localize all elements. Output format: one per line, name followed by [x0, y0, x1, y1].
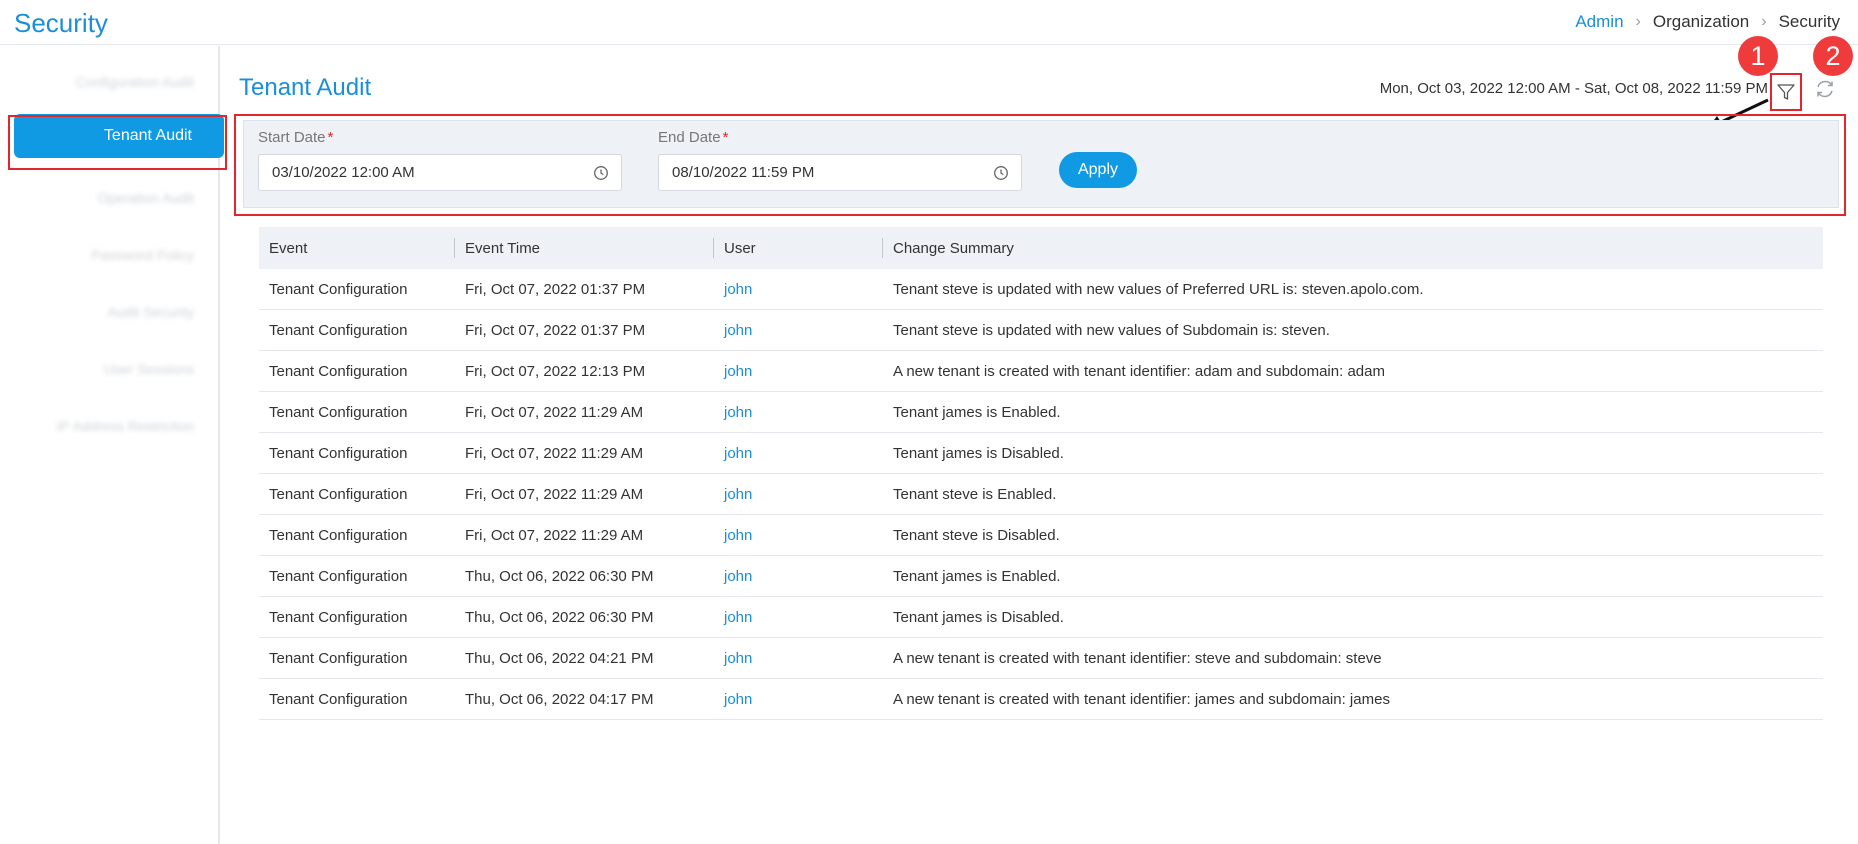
cell-user[interactable]: john: [714, 404, 883, 421]
cell-change-summary: Tenant steve is updated with new values …: [893, 280, 1424, 298]
cell-change-summary: Tenant james is Disabled.: [893, 608, 1064, 626]
start-date-value: 03/10/2022 12:00 AM: [272, 164, 415, 181]
breadcrumb-organization: Organization: [1652, 12, 1750, 31]
cell-event-time: Thu, Oct 06, 2022 06:30 PM: [465, 608, 654, 626]
cell-event: Tenant Configuration: [269, 649, 408, 667]
end-date-label: End Date *: [658, 129, 729, 146]
cell-event-time: Fri, Oct 07, 2022 12:13 PM: [465, 362, 646, 380]
refresh-button[interactable]: [1812, 76, 1838, 102]
table-row[interactable]: Tenant Configuration Fri, Oct 07, 2022 01…: [259, 269, 1823, 310]
cell-event: Tenant Configuration: [269, 690, 408, 708]
cell-user[interactable]: john: [714, 691, 883, 708]
cell-event: Tenant Configuration: [269, 403, 408, 421]
cell-change-summary: A new tenant is created with tenant iden…: [893, 362, 1385, 380]
clock-icon: [994, 166, 1008, 180]
top-bar: Security Admin › Organization › Security: [0, 0, 1858, 45]
chevron-right-icon: ›: [1761, 13, 1767, 30]
date-range-label: Mon, Oct 03, 2022 12:00 AM - Sat, Oct 08…: [1379, 80, 1768, 97]
table-row[interactable]: Tenant Configuration Fri, Oct 07, 2022 11…: [259, 392, 1823, 433]
start-date-label: Start Date *: [258, 129, 334, 146]
cell-event-time: Fri, Oct 07, 2022 11:29 AM: [465, 485, 644, 503]
page-title: Tenant Audit: [239, 74, 372, 101]
cell-change-summary: Tenant steve is Enabled.: [893, 485, 1057, 503]
column-header-event[interactable]: Event: [259, 227, 455, 269]
breadcrumb: Admin › Organization › Security: [1575, 12, 1840, 32]
cell-user[interactable]: john: [714, 322, 883, 339]
cell-user[interactable]: john: [714, 609, 883, 626]
table-row[interactable]: Tenant Configuration Thu, Oct 06, 2022 04…: [259, 638, 1823, 679]
cell-user[interactable]: john: [714, 650, 883, 667]
audit-table: Event Event Time User Change Summary Ten…: [259, 227, 1823, 720]
cell-event-time: Thu, Oct 06, 2022 06:30 PM: [465, 567, 654, 585]
cell-event: Tenant Configuration: [269, 444, 408, 462]
column-header-change-summary[interactable]: Change Summary: [883, 227, 1823, 269]
table-row[interactable]: Tenant Configuration Fri, Oct 07, 2022 11…: [259, 433, 1823, 474]
cell-event: Tenant Configuration: [269, 362, 408, 380]
cell-user[interactable]: john: [714, 281, 883, 298]
table-row[interactable]: Tenant Configuration Fri, Oct 07, 2022 11…: [259, 474, 1823, 515]
breadcrumb-security: Security: [1778, 12, 1840, 31]
cell-change-summary: A new tenant is created with tenant iden…: [893, 690, 1390, 708]
cell-event-time: Fri, Oct 07, 2022 11:29 AM: [465, 526, 644, 544]
sidebar-item-password-policy[interactable]: Password Policy: [91, 247, 194, 263]
table-row[interactable]: Tenant Configuration Fri, Oct 07, 2022 01…: [259, 310, 1823, 351]
table-row[interactable]: Tenant Configuration Thu, Oct 06, 2022 06…: [259, 556, 1823, 597]
cell-user[interactable]: john: [714, 445, 883, 462]
cell-user[interactable]: john: [714, 486, 883, 503]
cell-change-summary: Tenant steve is updated with new values …: [893, 321, 1330, 339]
sidebar: Configuration Audit Tenant Audit Operati…: [0, 46, 227, 844]
refresh-icon: [1817, 80, 1833, 98]
cell-event-time: Fri, Oct 07, 2022 11:29 AM: [465, 444, 644, 462]
sidebar-item-user-sessions[interactable]: User Sessions: [104, 361, 194, 377]
cell-change-summary: A new tenant is created with tenant iden…: [893, 649, 1382, 667]
table-body: Tenant Configuration Fri, Oct 07, 2022 01…: [259, 269, 1823, 720]
table-header: Event Event Time User Change Summary: [259, 227, 1823, 269]
cell-user[interactable]: john: [714, 527, 883, 544]
cell-event-time: Thu, Oct 06, 2022 04:17 PM: [465, 690, 654, 708]
sidebar-item-ip-restriction[interactable]: IP Address Restriction: [57, 418, 194, 434]
sidebar-item-configuration-audit[interactable]: Configuration Audit: [76, 74, 194, 90]
clock-icon: [594, 166, 608, 180]
end-date-value: 08/10/2022 11:59 PM: [672, 164, 815, 181]
annotation-badge-2: 2: [1813, 36, 1853, 76]
filter-icon: [1777, 84, 1795, 100]
highlight-box-tenant-audit: [8, 115, 227, 170]
cell-change-summary: Tenant james is Enabled.: [893, 567, 1061, 585]
cell-event: Tenant Configuration: [269, 608, 408, 626]
end-date-input[interactable]: 08/10/2022 11:59 PM: [658, 154, 1022, 191]
start-date-input[interactable]: 03/10/2022 12:00 AM: [258, 154, 622, 191]
cell-event-time: Thu, Oct 06, 2022 04:21 PM: [465, 649, 654, 667]
breadcrumb-admin[interactable]: Admin: [1575, 12, 1623, 32]
app-title: Security: [14, 8, 108, 38]
cell-user[interactable]: john: [714, 363, 883, 380]
cell-event: Tenant Configuration: [269, 485, 408, 503]
cell-change-summary: Tenant steve is Disabled.: [893, 526, 1060, 544]
table-row[interactable]: Tenant Configuration Thu, Oct 06, 2022 04…: [259, 679, 1823, 720]
cell-user[interactable]: john: [714, 568, 883, 585]
cell-change-summary: Tenant james is Enabled.: [893, 403, 1061, 421]
table-row[interactable]: Tenant Configuration Fri, Oct 07, 2022 11…: [259, 515, 1823, 556]
cell-event: Tenant Configuration: [269, 280, 408, 298]
sidebar-item-audit-security[interactable]: Audit Security: [108, 304, 194, 320]
cell-event: Tenant Configuration: [269, 526, 408, 544]
cell-event-time: Fri, Oct 07, 2022 11:29 AM: [465, 403, 644, 421]
table-row[interactable]: Tenant Configuration Thu, Oct 06, 2022 06…: [259, 597, 1823, 638]
filter-panel: Start Date * 03/10/2022 12:00 AM End Date…: [243, 120, 1839, 208]
table-row[interactable]: Tenant Configuration Fri, Oct 07, 2022 12…: [259, 351, 1823, 392]
required-mark: *: [722, 129, 729, 146]
cell-event: Tenant Configuration: [269, 567, 408, 585]
column-header-event-time[interactable]: Event Time: [455, 227, 714, 269]
apply-button[interactable]: Apply: [1059, 152, 1137, 188]
required-mark: *: [327, 129, 334, 146]
chevron-right-icon: ›: [1635, 13, 1641, 30]
cell-event-time: Fri, Oct 07, 2022 01:37 PM: [465, 280, 646, 298]
annotation-badge-1: 1: [1738, 36, 1778, 76]
sidebar-item-operation-audit[interactable]: Operation Audit: [97, 190, 194, 206]
cell-change-summary: Tenant james is Disabled.: [893, 444, 1064, 462]
column-header-user[interactable]: User: [714, 227, 883, 269]
cell-event: Tenant Configuration: [269, 321, 408, 339]
cell-event-time: Fri, Oct 07, 2022 01:37 PM: [465, 321, 646, 339]
